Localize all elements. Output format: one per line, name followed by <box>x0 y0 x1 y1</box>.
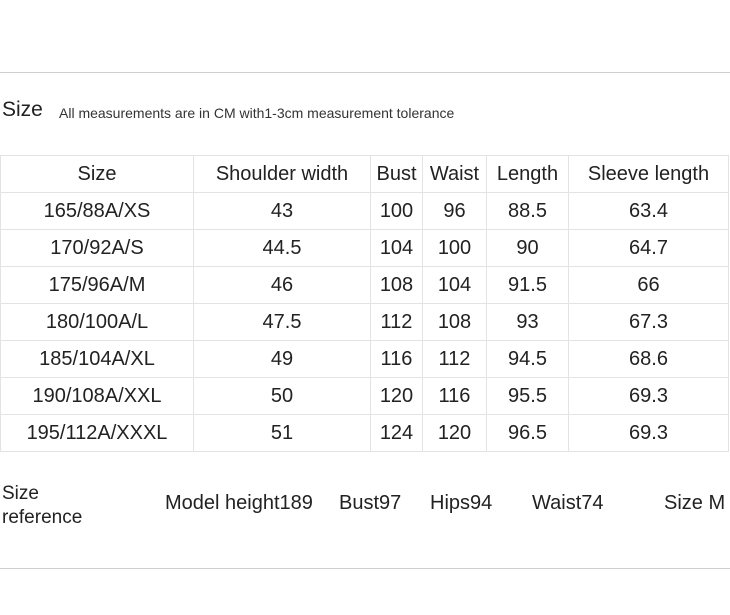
waist-cell: 100 <box>422 229 487 267</box>
table-row: 185/104A/XL 49 116 112 94.5 68.6 <box>0 340 729 378</box>
bust-cell: 120 <box>370 377 423 415</box>
size-heading: Size <box>2 98 43 121</box>
sleeve-cell: 68.6 <box>568 340 729 378</box>
size-reference-label-line2: reference <box>2 507 83 528</box>
model-bust: Bust97 <box>339 492 402 514</box>
size-chart-table: Size Shoulder width Bust Waist Length Sl… <box>0 155 729 452</box>
bust-cell: 124 <box>370 414 423 452</box>
size-cell: 175/96A/M <box>0 266 194 304</box>
length-cell: 91.5 <box>486 266 569 304</box>
column-header: Size <box>0 155 194 193</box>
length-cell: 95.5 <box>486 377 569 415</box>
length-cell: 94.5 <box>486 340 569 378</box>
size-cell: 195/112A/XXXL <box>0 414 194 452</box>
length-cell: 96.5 <box>486 414 569 452</box>
table-row: 170/92A/S 44.5 104 100 90 64.7 <box>0 229 729 267</box>
table-row: 195/112A/XXXL 51 124 120 96.5 69.3 <box>0 414 729 452</box>
sleeve-cell: 69.3 <box>568 414 729 452</box>
sleeve-cell: 67.3 <box>568 303 729 341</box>
bottom-divider <box>0 568 730 569</box>
bust-cell: 112 <box>370 303 423 341</box>
size-reference-label-line1: Size <box>2 483 39 504</box>
waist-cell: 116 <box>422 377 487 415</box>
table-row: 190/108A/XXL 50 120 116 95.5 69.3 <box>0 377 729 415</box>
column-header: Length <box>486 155 569 193</box>
length-cell: 93 <box>486 303 569 341</box>
model-waist: Waist74 <box>532 492 604 514</box>
size-cell: 170/92A/S <box>0 229 194 267</box>
column-header: Sleeve length <box>568 155 729 193</box>
bust-cell: 108 <box>370 266 423 304</box>
sleeve-cell: 63.4 <box>568 192 729 230</box>
waist-cell: 120 <box>422 414 487 452</box>
model-size: Size M <box>664 492 726 514</box>
size-cell: 190/108A/XXL <box>0 377 194 415</box>
size-reference-label: Size reference <box>2 482 82 530</box>
shoulder-cell: 43 <box>193 192 371 230</box>
sleeve-cell: 64.7 <box>568 229 729 267</box>
table-row: 180/100A/L 47.5 112 108 93 67.3 <box>0 303 729 341</box>
column-header: Shoulder width <box>193 155 371 193</box>
sleeve-cell: 66 <box>568 266 729 304</box>
column-header: Waist <box>422 155 487 193</box>
measurement-note: All measurements are in CM with1-3cm mea… <box>59 105 455 121</box>
size-cell: 185/104A/XL <box>0 340 194 378</box>
model-height: Model height189 <box>165 492 313 514</box>
shoulder-cell: 51 <box>193 414 371 452</box>
table-row: 175/96A/M 46 108 104 91.5 66 <box>0 266 729 304</box>
bust-cell: 100 <box>370 192 423 230</box>
shoulder-cell: 50 <box>193 377 371 415</box>
waist-cell: 104 <box>422 266 487 304</box>
shoulder-cell: 49 <box>193 340 371 378</box>
size-cell: 180/100A/L <box>0 303 194 341</box>
waist-cell: 108 <box>422 303 487 341</box>
size-cell: 165/88A/XS <box>0 192 194 230</box>
length-cell: 88.5 <box>486 192 569 230</box>
bust-cell: 116 <box>370 340 423 378</box>
shoulder-cell: 44.5 <box>193 229 371 267</box>
waist-cell: 112 <box>422 340 487 378</box>
column-header: Bust <box>370 155 423 193</box>
table-row: 165/88A/XS 43 100 96 88.5 63.4 <box>0 192 729 230</box>
length-cell: 90 <box>486 229 569 267</box>
model-hips: Hips94 <box>430 492 493 514</box>
sleeve-cell: 69.3 <box>568 377 729 415</box>
waist-cell: 96 <box>422 192 487 230</box>
bust-cell: 104 <box>370 229 423 267</box>
shoulder-cell: 46 <box>193 266 371 304</box>
table-header-row: Size Shoulder width Bust Waist Length Sl… <box>0 155 729 193</box>
shoulder-cell: 47.5 <box>193 303 371 341</box>
top-divider <box>0 72 730 73</box>
